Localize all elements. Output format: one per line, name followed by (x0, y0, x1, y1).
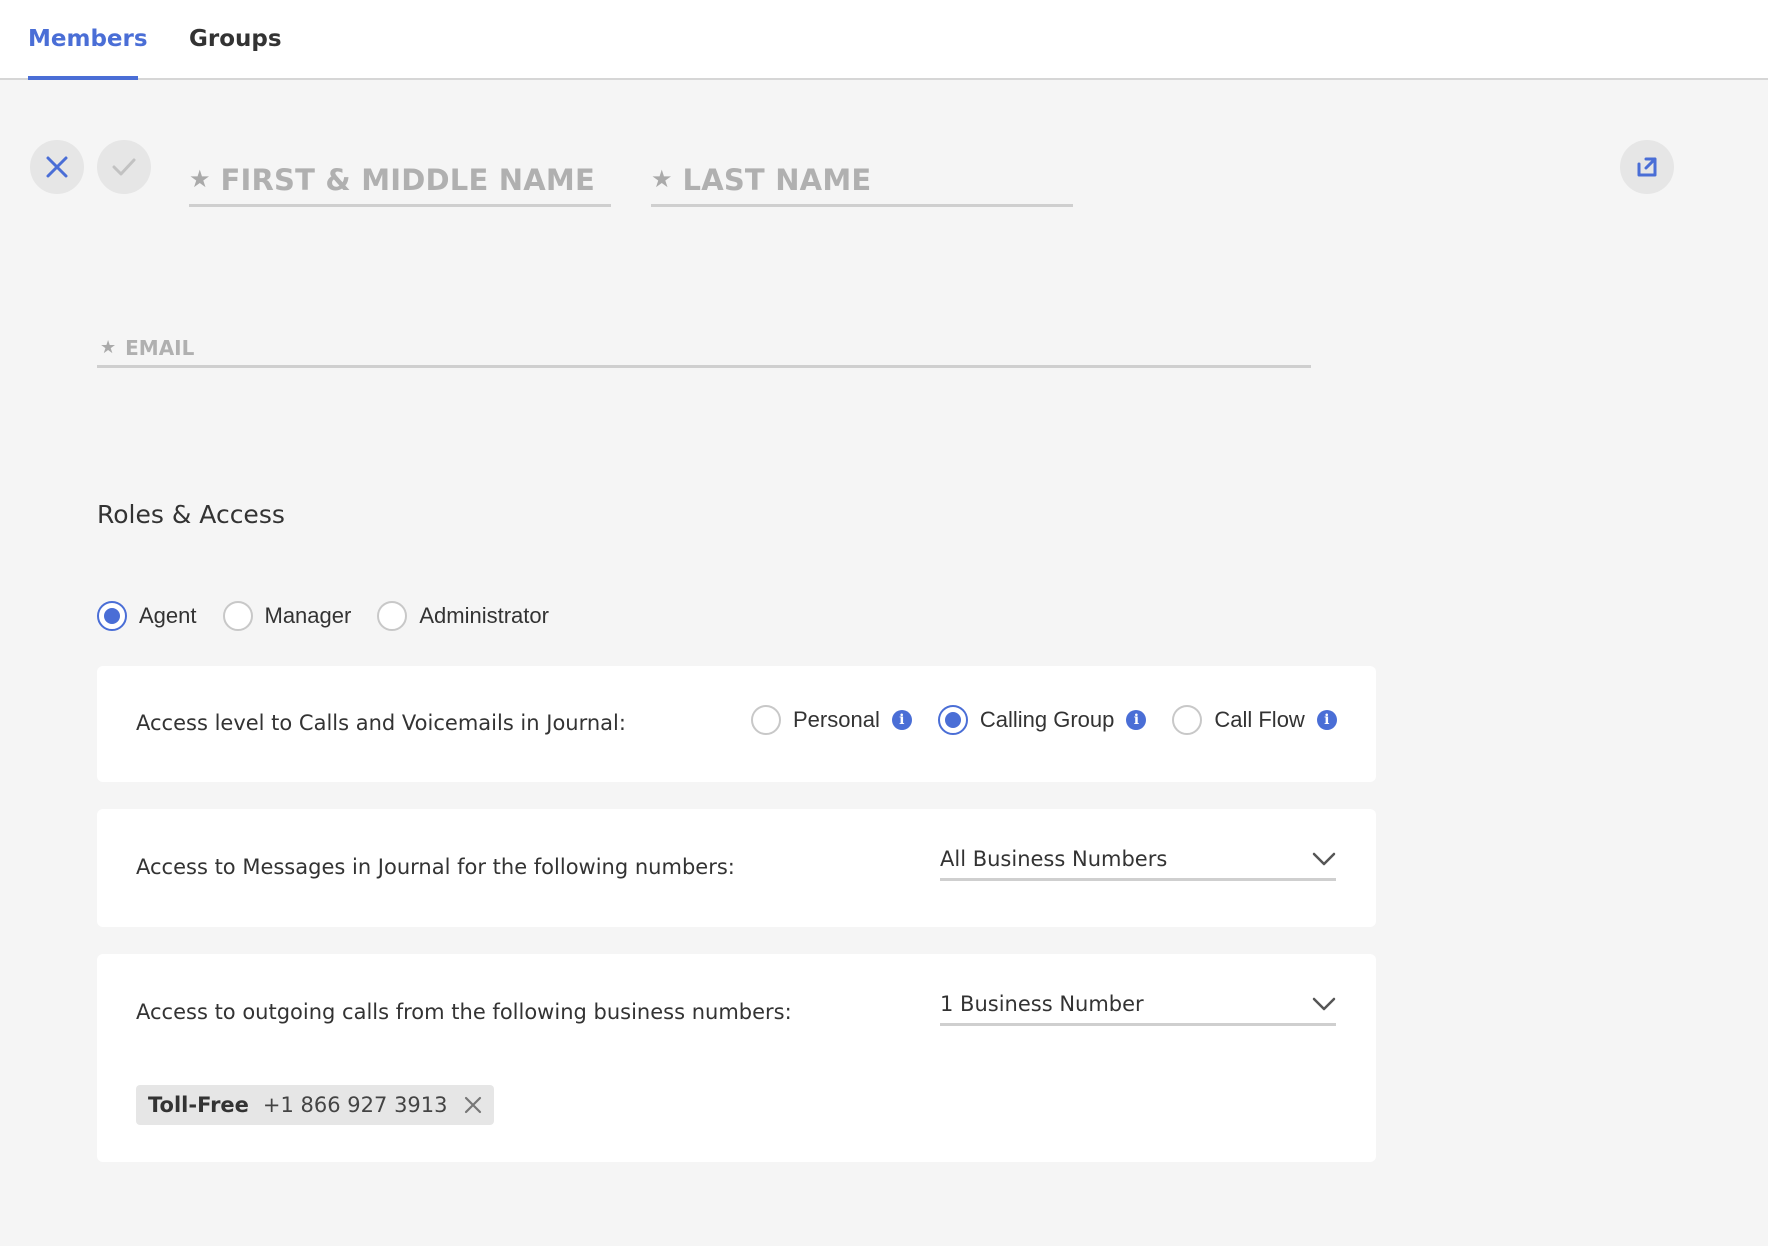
email-field[interactable]: ★ EMAIL (97, 330, 1311, 368)
required-star-icon: ★ (100, 337, 117, 357)
tab-members[interactable]: Members (28, 26, 148, 52)
outgoing-access-label: Access to outgoing calls from the follow… (136, 1000, 792, 1024)
expand-icon (1637, 157, 1657, 177)
outgoing-access-card: Access to outgoing calls from the follow… (97, 954, 1376, 1162)
select-value: 1 Business Number (940, 991, 1144, 1016)
close-icon (46, 156, 68, 178)
required-star-icon: ★ (189, 166, 211, 193)
journal-access-label: Access level to Calls and Voicemails in … (136, 711, 626, 735)
journal-option-personal[interactable]: Personal i (751, 705, 912, 735)
outgoing-numbers-select[interactable]: 1 Business Number (940, 984, 1336, 1026)
active-tab-indicator (28, 76, 138, 80)
radio-button[interactable] (97, 601, 127, 631)
info-icon[interactable]: i (1316, 710, 1337, 730)
info-icon[interactable]: i (891, 710, 912, 730)
messages-numbers-select[interactable]: All Business Numbers (940, 839, 1336, 881)
radio-label: Call Flow (1214, 707, 1305, 732)
journal-option-call-flow[interactable]: Call Flow i (1172, 705, 1337, 735)
chevron-down-icon (1312, 997, 1336, 1010)
select-value: All Business Numbers (940, 846, 1168, 871)
tab-bar: Members Groups (0, 0, 1768, 80)
required-star-icon: ★ (651, 166, 673, 193)
radio-button[interactable] (222, 601, 253, 631)
chip-number-type: Toll-Free (148, 1093, 249, 1117)
save-button[interactable] (97, 140, 151, 194)
radio-label: Calling Group (979, 707, 1115, 732)
radio-button[interactable] (377, 601, 408, 631)
radio-button[interactable] (751, 705, 781, 735)
last-name-placeholder: LAST NAME (682, 162, 872, 197)
first-name-placeholder: FIRST & MIDDLE NAME (220, 162, 595, 197)
messages-access-label: Access to Messages in Journal for the fo… (136, 855, 735, 879)
radio-label: Administrator (419, 603, 549, 628)
business-number-chip: Toll-Free +1 866 927 3913 (136, 1085, 494, 1125)
first-name-field[interactable]: ★ FIRST & MIDDLE NAME (189, 155, 611, 207)
role-option-agent[interactable]: Agent (97, 601, 197, 631)
chevron-down-icon (1312, 852, 1336, 865)
role-radio-group: Agent Manager Administrator (97, 600, 575, 632)
journal-access-radio-group: Personal i Calling Group i Call Flow i (751, 704, 1337, 736)
radio-label: Agent (139, 603, 197, 628)
radio-button[interactable] (1172, 705, 1203, 735)
role-option-manager[interactable]: Manager (222, 601, 352, 631)
chip-phone-number: +1 866 927 3913 (262, 1093, 448, 1117)
journal-option-calling-group[interactable]: Calling Group i (937, 705, 1147, 735)
section-title: Roles & Access (97, 500, 285, 529)
messages-access-card: Access to Messages in Journal for the fo… (97, 809, 1376, 927)
check-icon (112, 158, 136, 176)
remove-chip-icon[interactable] (464, 1096, 482, 1114)
radio-label: Manager (264, 603, 352, 628)
role-option-administrator[interactable]: Administrator (377, 601, 549, 631)
email-placeholder: EMAIL (125, 335, 195, 360)
radio-button[interactable] (937, 705, 968, 735)
expand-button[interactable] (1620, 140, 1674, 194)
cancel-button[interactable] (30, 140, 84, 194)
info-icon[interactable]: i (1126, 710, 1147, 730)
journal-access-card: Access level to Calls and Voicemails in … (97, 666, 1376, 782)
last-name-field[interactable]: ★ LAST NAME (651, 155, 1073, 207)
tab-groups[interactable]: Groups (189, 26, 282, 52)
radio-label: Personal (793, 707, 880, 732)
